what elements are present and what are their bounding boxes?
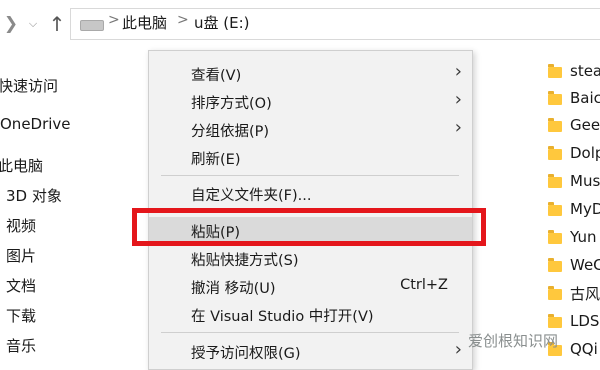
nav-item-downloads[interactable]: 下载 [6,305,36,326]
nav-item-3d-objects[interactable]: 3D 对象 [6,185,62,206]
list-item[interactable]: LDS [548,310,599,332]
chevron-right-icon: › [454,61,462,82]
shortcut-label: Ctrl+Z [400,277,448,293]
chevron-down-icon: ⌵ [28,17,38,30]
menu-separator [161,332,459,333]
address-bar-row: ❯ ⌵ ↑ > 此电脑 > u盘 (E:) [0,0,600,48]
menu-item-view[interactable]: 查看(V) › [149,60,472,86]
list-item[interactable]: WeC [548,254,600,276]
nav-item-quick-access[interactable]: 快速访问 [0,75,58,96]
menu-item-paste-shortcut[interactable]: 粘贴快捷方式(S) [149,245,472,271]
menu-item-open-in-visual-studio[interactable]: 在 Visual Studio 中打开(V) [149,301,472,327]
menu-item-customize-folder[interactable]: 自定义文件夹(F)... [149,180,472,206]
list-item[interactable]: Gee [548,114,600,136]
drive-icon [80,20,104,31]
recent-locations-button[interactable]: ⌵ [26,10,40,38]
nav-item-onedrive[interactable]: OneDrive [0,115,71,133]
folder-icon [548,313,562,328]
menu-item-undo-move[interactable]: 撤消 移动(U) Ctrl+Z [149,273,472,299]
folder-icon [548,145,562,160]
breadcrumb-separator: > [108,12,120,28]
breadcrumb-usb-drive[interactable]: u盘 (E:) [194,12,250,33]
forward-button[interactable]: ❯ [2,10,20,38]
folder-icon [548,173,562,188]
watermark: 爱创根知识网 [468,332,559,350]
folder-icon [548,285,562,300]
menu-item-grant-access[interactable]: 授予访问权限(G) › [149,338,472,364]
breadcrumb-this-pc[interactable]: 此电脑 [122,12,167,33]
breadcrumb-separator: > [177,12,189,28]
folder-icon [548,229,562,244]
nav-item-this-pc[interactable]: 此电脑 [0,155,43,176]
folder-icon [548,201,562,216]
list-item[interactable]: Baic [548,87,600,109]
list-item[interactable]: 古风 [548,282,600,304]
nav-item-pictures[interactable]: 图片 [6,245,36,266]
menu-item-refresh[interactable]: 刷新(E) [149,144,472,170]
chevron-right-icon: › [454,117,462,138]
folder-icon [548,90,562,105]
up-button[interactable]: ↑ [46,10,68,38]
chevron-right-icon: ❯ [3,14,19,34]
nav-item-music[interactable]: 音乐 [6,335,36,356]
menu-item-sort-by[interactable]: 排序方式(O) › [149,88,472,114]
list-item[interactable]: Mus [548,170,600,192]
folder-icon [548,63,562,78]
folder-icon [548,257,562,272]
nav-item-videos[interactable]: 视频 [6,215,36,236]
list-item[interactable]: Yun [548,226,596,248]
list-item[interactable]: MyD [548,198,600,220]
list-item[interactable]: stea [548,60,600,82]
chevron-right-icon: › [454,339,462,360]
arrow-up-icon: ↑ [48,12,66,36]
nav-item-documents[interactable]: 文档 [6,275,36,296]
highlight-box [132,208,486,246]
folder-icon [548,117,562,132]
list-item[interactable]: Dolp [548,142,600,164]
chevron-right-icon: › [454,89,462,110]
menu-separator [161,175,459,176]
menu-item-group-by[interactable]: 分组依据(P) › [149,116,472,142]
